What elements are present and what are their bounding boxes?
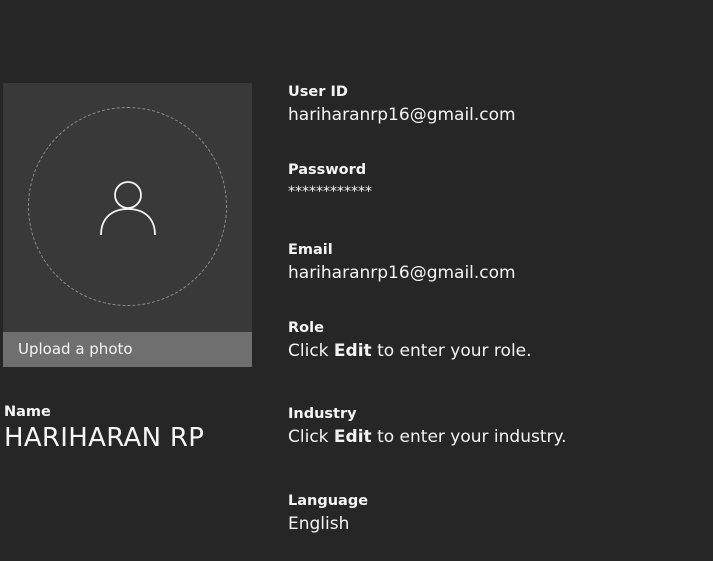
role-suffix: to enter your role. [371,341,532,361]
role-field: Role Click Edit to enter your role. [288,319,532,363]
industry-suffix: to enter your industry. [371,427,567,447]
password-field: Password ************ [288,161,372,203]
industry-prefix: Click [288,427,334,447]
password-label: Password [288,162,367,178]
industry-label: Industry [288,406,357,422]
language-label: Language [288,493,369,509]
role-label: Role [288,320,324,336]
language-value: English [288,514,350,534]
upload-photo-button[interactable]: Upload a photo [3,332,252,367]
industry-field: Industry Click Edit to enter your indust… [288,405,567,449]
email-label: Email [288,242,333,258]
role-value: Click Edit to enter your role. [288,339,532,363]
email-value: hariharanrp16@gmail.com [288,263,516,283]
profile-photo-panel: Upload a photo [3,83,252,367]
user-id-value: hariharanrp16@gmail.com [288,105,516,125]
industry-value: Click Edit to enter your industry. [288,425,567,449]
role-edit-link[interactable]: Edit [334,341,372,361]
name-value: HARIHARAN RP [4,423,205,453]
user-id-field: User ID hariharanrp16@gmail.com [288,83,516,127]
language-field: Language English [288,492,368,536]
industry-edit-link[interactable]: Edit [334,427,372,447]
name-section: Name HARIHARAN RP [4,403,204,455]
user-icon [100,181,156,236]
email-field: Email hariharanrp16@gmail.com [288,241,516,285]
user-id-label: User ID [288,84,348,100]
role-prefix: Click [288,341,334,361]
profile-page: Upload a photo Name HARIHARAN RP User ID… [0,0,713,561]
name-label: Name [4,404,51,420]
password-value: ************ [288,184,372,200]
